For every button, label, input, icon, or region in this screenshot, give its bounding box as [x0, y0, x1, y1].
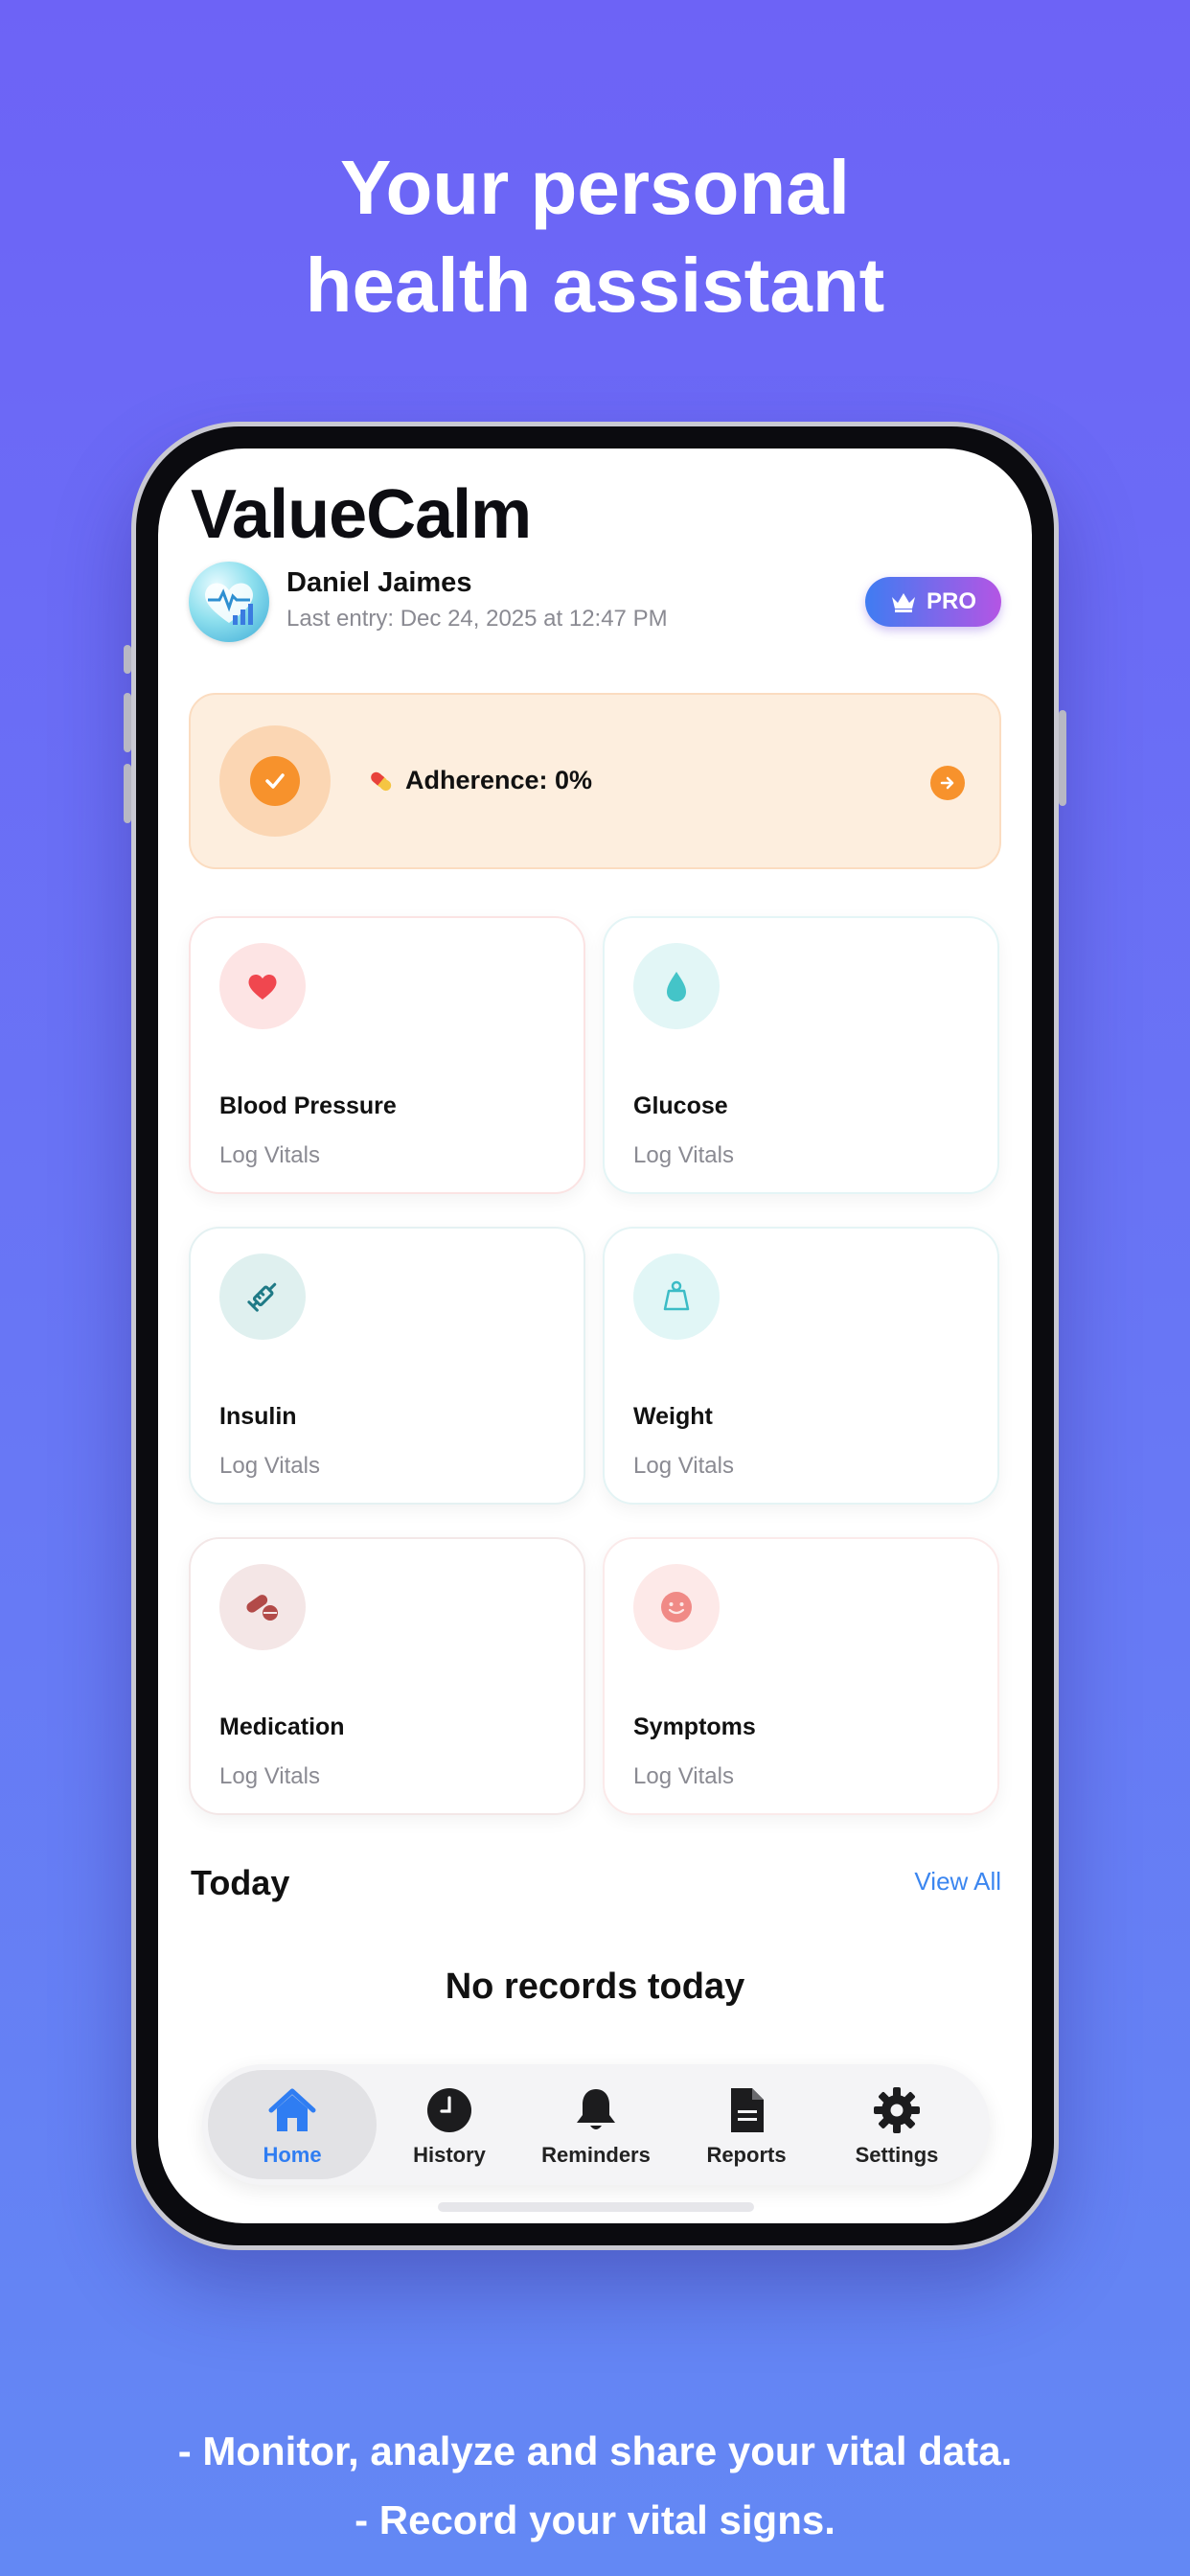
- headline-line-1: Your personal: [340, 145, 850, 230]
- tab-settings[interactable]: Settings: [825, 2070, 969, 2179]
- marketing-footer: - Monitor, analyze and share your vital …: [0, 2417, 1190, 2555]
- tab-home[interactable]: Home: [208, 2070, 377, 2179]
- pill-icon: [371, 771, 392, 791]
- tab-label: Reports: [706, 2143, 787, 2167]
- tab-label: History: [413, 2143, 486, 2167]
- card-subtitle: Log Vitals: [219, 1453, 320, 1479]
- card-title: Weight: [633, 1403, 713, 1430]
- card-title: Symptoms: [633, 1714, 756, 1740]
- heart-icon: [219, 943, 306, 1029]
- card-title: Medication: [219, 1714, 345, 1740]
- headline-line-2: health assistant: [305, 242, 885, 328]
- adherence-halo: [219, 725, 331, 837]
- heart-chart-icon: [205, 583, 253, 625]
- card-subtitle: Log Vitals: [633, 1763, 734, 1789]
- card-glucose[interactable]: Glucose Log Vitals: [603, 916, 999, 1194]
- card-subtitle: Log Vitals: [633, 1453, 734, 1479]
- adherence-text: Adherence: 0%: [367, 766, 592, 795]
- tab-history[interactable]: History: [384, 2070, 515, 2179]
- pills-icon: [219, 1564, 306, 1650]
- mute-switch: [124, 645, 131, 674]
- tab-label: Home: [263, 2143, 322, 2167]
- tab-reminders[interactable]: Reminders: [524, 2070, 668, 2179]
- card-weight[interactable]: Weight Log Vitals: [603, 1227, 999, 1505]
- marketing-headline: Your personal health assistant: [0, 139, 1190, 334]
- drop-icon: [633, 943, 720, 1029]
- crown-icon: [891, 593, 915, 612]
- weight-icon: [633, 1254, 720, 1340]
- card-title: Blood Pressure: [219, 1092, 397, 1119]
- empty-state-text: No records today: [445, 1966, 745, 2007]
- syringe-icon: [219, 1254, 306, 1340]
- document-icon: [731, 2088, 764, 2132]
- pro-label: PRO: [926, 588, 976, 614]
- smiley-icon: [633, 1564, 720, 1650]
- adherence-card[interactable]: Adherence: 0%: [189, 693, 1001, 869]
- volume-up-button: [124, 693, 131, 752]
- footer-line-1: - Monitor, analyze and share your vital …: [177, 2428, 1013, 2473]
- card-subtitle: Log Vitals: [219, 1142, 320, 1168]
- avatar[interactable]: [189, 562, 269, 642]
- today-heading: Today: [191, 1863, 290, 1902]
- arrow-right-icon[interactable]: [930, 766, 965, 800]
- tab-reports[interactable]: Reports: [677, 2070, 815, 2179]
- adherence-label: Adherence: 0%: [405, 766, 593, 794]
- card-subtitle: Log Vitals: [633, 1142, 734, 1168]
- tab-label: Reminders: [541, 2143, 651, 2167]
- app-screen: ValueCalm Daniel Jaimes Last entry: Dec …: [158, 448, 1032, 2223]
- tab-label: Settings: [855, 2143, 939, 2167]
- app-title: ValueCalm: [191, 476, 532, 553]
- footer-line-2: - Record your vital signs.: [355, 2497, 835, 2542]
- phone-frame: ValueCalm Daniel Jaimes Last entry: Dec …: [124, 422, 1066, 2250]
- card-insulin[interactable]: Insulin Log Vitals: [189, 1227, 585, 1505]
- tab-bar: Home History Reminders Reports Settings: [202, 2064, 990, 2185]
- volume-down-button: [124, 764, 131, 823]
- clock-icon: [427, 2088, 471, 2132]
- home-icon: [268, 2088, 316, 2131]
- bell-icon: [577, 2089, 615, 2129]
- view-all-link[interactable]: View All: [914, 1867, 1001, 1897]
- card-title: Insulin: [219, 1403, 297, 1430]
- power-button: [1059, 710, 1066, 806]
- card-symptoms[interactable]: Symptoms Log Vitals: [603, 1537, 999, 1815]
- user-name: Daniel Jaimes: [286, 567, 472, 598]
- card-subtitle: Log Vitals: [219, 1763, 320, 1789]
- gear-icon: [874, 2087, 920, 2133]
- card-medication[interactable]: Medication Log Vitals: [189, 1537, 585, 1815]
- pro-button[interactable]: PRO: [865, 577, 1001, 627]
- check-icon: [250, 756, 300, 806]
- home-indicator: [438, 2202, 754, 2212]
- card-blood-pressure[interactable]: Blood Pressure Log Vitals: [189, 916, 585, 1194]
- last-entry-text: Last entry: Dec 24, 2025 at 12:47 PM: [286, 606, 668, 632]
- card-title: Glucose: [633, 1092, 728, 1119]
